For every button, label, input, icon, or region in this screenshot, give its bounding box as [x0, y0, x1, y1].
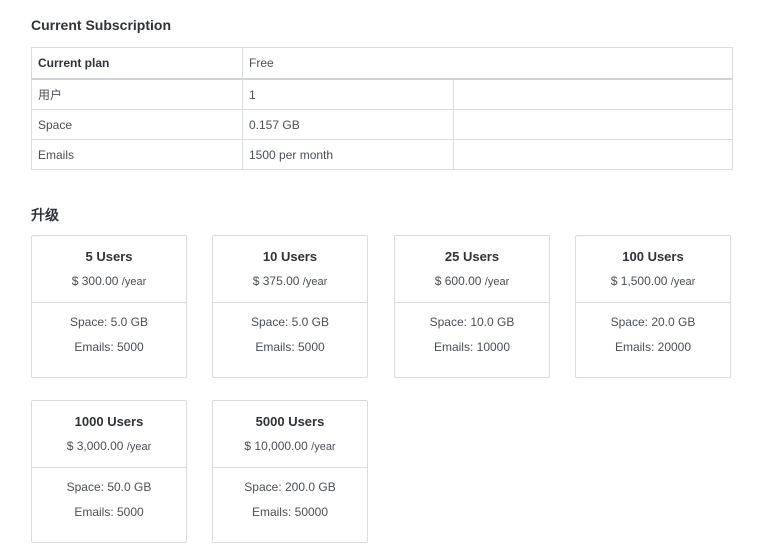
space-label: Space	[31, 109, 243, 140]
upgrade-title: 升级	[31, 208, 59, 224]
plan-emails: Emails: 10000	[433, 340, 511, 354]
current-plan-label: Current plan	[31, 47, 243, 80]
plan-header: 5 Users $ 300.00 /year	[32, 236, 186, 303]
plan-name: 5000 Users	[255, 414, 325, 429]
price-period: /year	[484, 276, 510, 288]
price-amount: $ 375.00	[252, 274, 300, 288]
current-plan-value: Free	[242, 47, 733, 80]
price-amount: $ 300.00	[71, 274, 119, 288]
plan-header: 1000 Users $ 3,000.00 /year	[32, 401, 186, 468]
price-amount: $ 10,000.00	[244, 439, 308, 453]
plan-space: Space: 200.0 GB	[244, 480, 336, 494]
price-amount: $ 600.00	[434, 274, 482, 288]
plan-name: 25 Users	[444, 249, 500, 264]
price-period: /year	[126, 441, 152, 453]
plan-card-1000-users[interactable]: 1000 Users $ 3,000.00 /year Space: 50.0 …	[31, 400, 187, 543]
empty-cell	[453, 109, 733, 140]
plan-card-5-users[interactable]: 5 Users $ 300.00 /year Space: 5.0 GB Ema…	[31, 235, 187, 378]
plan-emails: Emails: 5000	[74, 340, 144, 354]
plan-space: Space: 10.0 GB	[429, 315, 515, 329]
plan-details: Space: 200.0 GB Emails: 50000	[213, 468, 367, 519]
emails-label: Emails	[31, 139, 243, 170]
table-row: 用户 1	[31, 78, 733, 110]
plan-space: Space: 50.0 GB	[66, 480, 152, 494]
subscription-table: Current plan Free 用户 1 Space 0.157 GB Em…	[31, 47, 733, 170]
plan-details: Space: 50.0 GB Emails: 5000	[32, 468, 186, 519]
plan-name: 1000 Users	[74, 414, 144, 429]
plan-name: 100 Users	[622, 249, 684, 264]
space-value: 0.157 GB	[242, 109, 454, 140]
plan-emails: Emails: 5000	[255, 340, 325, 354]
plan-emails: Emails: 5000	[74, 505, 144, 519]
plan-price: $ 3,000.00 /year	[32, 439, 186, 453]
plan-emails: Emails: 50000	[251, 505, 329, 519]
plan-emails: Emails: 20000	[614, 340, 692, 354]
price-amount: $ 1,500.00	[610, 274, 668, 288]
plan-header: 100 Users $ 1,500.00 /year	[576, 236, 730, 303]
price-period: /year	[121, 276, 147, 288]
plan-header: 5000 Users $ 10,000.00 /year	[213, 401, 367, 468]
plan-header: 10 Users $ 375.00 /year	[213, 236, 367, 303]
plan-price: $ 600.00 /year	[395, 274, 549, 288]
price-amount: $ 3,000.00	[66, 439, 124, 453]
table-row: Emails 1500 per month	[31, 139, 733, 170]
emails-value: 1500 per month	[242, 139, 454, 170]
plan-card-10-users[interactable]: 10 Users $ 375.00 /year Space: 5.0 GB Em…	[212, 235, 368, 378]
users-label: 用户	[31, 78, 243, 110]
plan-name: 5 Users	[85, 249, 133, 264]
users-value: 1	[242, 78, 454, 110]
price-period: /year	[302, 276, 328, 288]
plan-space: Space: 5.0 GB	[250, 315, 330, 329]
plan-price: $ 10,000.00 /year	[213, 439, 367, 453]
current-subscription-title: Current Subscription	[31, 17, 172, 33]
plan-details: Space: 10.0 GB Emails: 10000	[395, 303, 549, 354]
price-period: /year	[311, 441, 336, 453]
plan-space: Space: 5.0 GB	[69, 315, 149, 329]
plan-details: Space: 5.0 GB Emails: 5000	[213, 303, 367, 354]
plan-price: $ 375.00 /year	[213, 274, 367, 288]
plan-header: 25 Users $ 600.00 /year	[395, 236, 549, 303]
table-row: Space 0.157 GB	[31, 109, 733, 140]
empty-cell	[453, 78, 733, 110]
plan-card-5000-users[interactable]: 5000 Users $ 10,000.00 /year Space: 200.…	[212, 400, 368, 543]
plan-card-25-users[interactable]: 25 Users $ 600.00 /year Space: 10.0 GB E…	[394, 235, 550, 378]
empty-cell	[453, 139, 733, 170]
plan-space: Space: 20.0 GB	[610, 315, 696, 329]
plan-name: 10 Users	[262, 249, 318, 264]
price-period: /year	[670, 276, 696, 288]
plan-details: Space: 20.0 GB Emails: 20000	[576, 303, 730, 354]
plan-details: Space: 5.0 GB Emails: 5000	[32, 303, 186, 354]
plan-price: $ 1,500.00 /year	[576, 274, 730, 288]
table-row: Current plan Free	[31, 47, 733, 80]
plan-card-100-users[interactable]: 100 Users $ 1,500.00 /year Space: 20.0 G…	[575, 235, 731, 378]
plan-price: $ 300.00 /year	[32, 274, 186, 288]
